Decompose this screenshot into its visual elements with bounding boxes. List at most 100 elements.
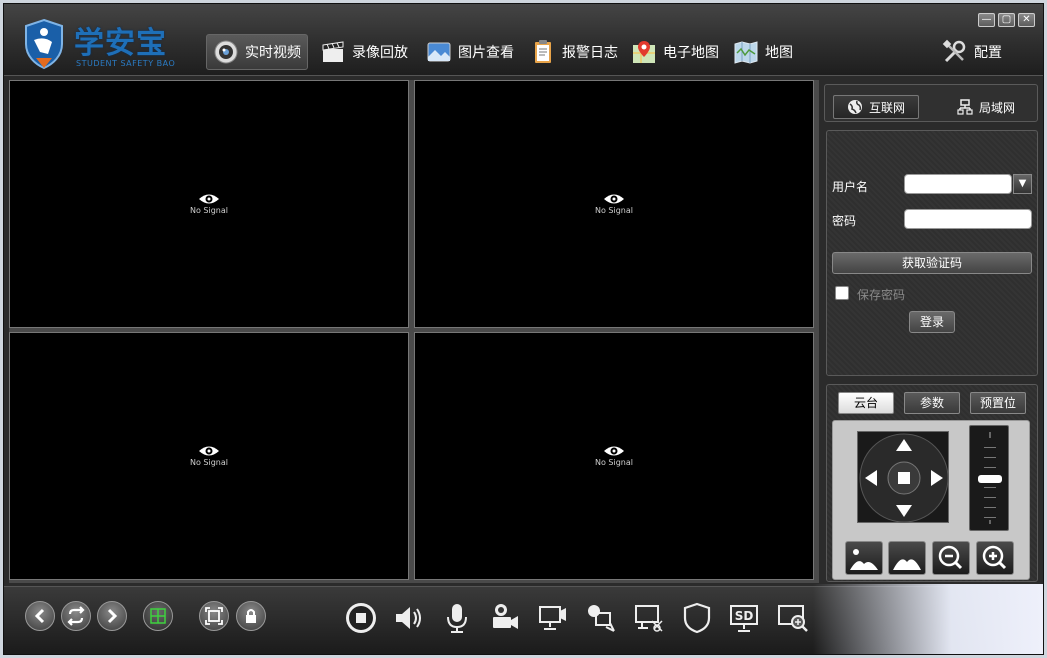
video-cell[interactable]: No Signal (414, 332, 814, 580)
no-signal-text: No Signal (190, 458, 228, 467)
password-field[interactable] (904, 209, 1032, 229)
ptz-left-button[interactable] (860, 463, 882, 493)
tab-live-video[interactable]: 实时视频 (206, 34, 308, 70)
settings-label: 配置 (974, 45, 1002, 61)
direction-pad (857, 431, 949, 523)
picture-icon (427, 42, 451, 62)
video-cell[interactable]: No Signal (9, 332, 409, 580)
app-window: 学安宝 STUDENT SAFETY BAO 实时视频 录像回放 图片查看 报警… (3, 3, 1044, 655)
lock-button[interactable] (236, 601, 266, 631)
microphone-icon[interactable] (440, 601, 474, 635)
ptz-control-area (832, 420, 1030, 580)
video-cell[interactable]: No Signal (414, 80, 814, 328)
fullscreen-icon (205, 607, 223, 625)
screen-clip-icon[interactable] (632, 601, 666, 635)
tab-label: 局域网 (978, 100, 1015, 115)
tab-lan[interactable]: 局域网 (943, 95, 1029, 119)
video-cell[interactable]: No Signal (9, 80, 409, 328)
eye-icon (604, 446, 624, 456)
zoom-out-icon (938, 545, 963, 570)
tab-internet[interactable]: 互联网 (833, 95, 919, 119)
refresh-icon (67, 606, 85, 626)
tab-ptz[interactable]: 云台 (838, 392, 894, 414)
logo-subtitle: STUDENT SAFETY BAO (76, 59, 176, 68)
sd-quality-icon[interactable]: SD (728, 601, 762, 635)
zoom-out-button[interactable] (932, 541, 970, 575)
minimize-button[interactable]: — (978, 13, 995, 27)
monitor-zoom-icon[interactable] (776, 601, 810, 635)
video-record-icon[interactable] (488, 601, 522, 635)
previous-button[interactable] (25, 601, 55, 631)
login-button[interactable]: 登录 (909, 311, 955, 333)
ptz-stop-button[interactable] (896, 470, 912, 486)
no-signal-indicator: No Signal (595, 193, 633, 215)
remember-password-label: 保存密码 (857, 288, 906, 302)
tab-presets[interactable]: 预置位 (970, 392, 1026, 414)
video-grid: No Signal No Signal No Signal No Signal (9, 80, 819, 583)
focus-far-icon (893, 559, 921, 570)
chevron-down-icon: ▼ (1018, 178, 1027, 189)
get-code-button[interactable]: 获取验证码 (832, 252, 1032, 274)
no-signal-indicator: No Signal (190, 193, 228, 215)
tab-label: 录像回放 (352, 45, 408, 61)
no-signal-text: No Signal (595, 458, 633, 467)
chevron-left-icon (34, 608, 45, 624)
logo: 学安宝 STUDENT SAFETY BAO (18, 16, 198, 74)
snapshot-cut-icon[interactable] (584, 601, 618, 635)
right-panel: 互联网 局域网 用户名 ▼ 密码 获取验证码 保存密码 登录 云台 参数 预置位 (824, 80, 1040, 583)
username-label: 用户名 (832, 180, 869, 194)
no-signal-text: No Signal (190, 206, 228, 215)
zoom-in-icon (982, 545, 1007, 570)
tab-playback[interactable]: 录像回放 (314, 34, 414, 70)
password-label: 密码 (832, 214, 857, 228)
eye-icon (199, 446, 219, 456)
zoom-slider[interactable] (969, 425, 1009, 531)
tab-label: 报警日志 (562, 45, 618, 61)
lan-icon (957, 99, 973, 115)
toolbar-glow (813, 584, 1043, 654)
tab-alarm-log[interactable]: 报警日志 (524, 34, 624, 70)
zoom-in-button[interactable] (976, 541, 1014, 575)
logo-title: 学安宝 (74, 26, 167, 61)
cycle-button[interactable] (61, 601, 91, 631)
close-icon: ✕ (1022, 14, 1031, 25)
settings-button[interactable]: 配置 (936, 34, 1008, 70)
svg-text:SD: SD (735, 609, 754, 623)
tab-map[interactable]: 地图 (727, 34, 799, 70)
eye-icon (199, 194, 219, 204)
shield-guard-icon[interactable] (680, 601, 714, 635)
no-signal-indicator: No Signal (190, 445, 228, 467)
focus-near-icon (850, 549, 878, 570)
folded-map-icon (734, 41, 758, 64)
network-tab-bar: 互联网 局域网 (824, 84, 1038, 122)
tab-pictures[interactable]: 图片查看 (420, 34, 520, 70)
username-dropdown-button[interactable]: ▼ (1013, 174, 1032, 194)
no-signal-text: No Signal (595, 206, 633, 215)
zoom-slider-thumb[interactable] (978, 475, 1002, 483)
ptz-down-button[interactable] (889, 500, 919, 522)
layout-grid-button[interactable] (143, 601, 173, 631)
ptz-right-button[interactable] (926, 463, 948, 493)
remember-password-checkbox[interactable] (835, 286, 849, 300)
tab-params[interactable]: 参数 (904, 392, 960, 414)
focus-near-button[interactable] (845, 541, 883, 575)
close-button[interactable]: ✕ (1018, 13, 1035, 27)
fullscreen-button[interactable] (199, 601, 229, 631)
ptz-up-button[interactable] (889, 434, 919, 456)
focus-far-button[interactable] (888, 541, 926, 575)
eye-icon (604, 194, 624, 204)
speaker-icon[interactable] (392, 601, 426, 635)
lock-icon (246, 609, 256, 623)
monitor-camera-icon[interactable] (536, 601, 570, 635)
tab-e-map[interactable]: 电子地图 (625, 34, 725, 70)
username-field[interactable] (904, 174, 1012, 194)
tab-label: 地图 (765, 45, 793, 61)
tools-icon (942, 39, 966, 63)
maximize-button[interactable]: ▢ (998, 13, 1015, 27)
next-button[interactable] (97, 601, 127, 631)
clipboard-icon (535, 40, 551, 63)
maximize-icon: ▢ (1001, 14, 1012, 25)
tab-label: 电子地图 (663, 45, 719, 61)
map-pin-icon (633, 41, 655, 63)
stop-icon[interactable] (344, 601, 378, 635)
